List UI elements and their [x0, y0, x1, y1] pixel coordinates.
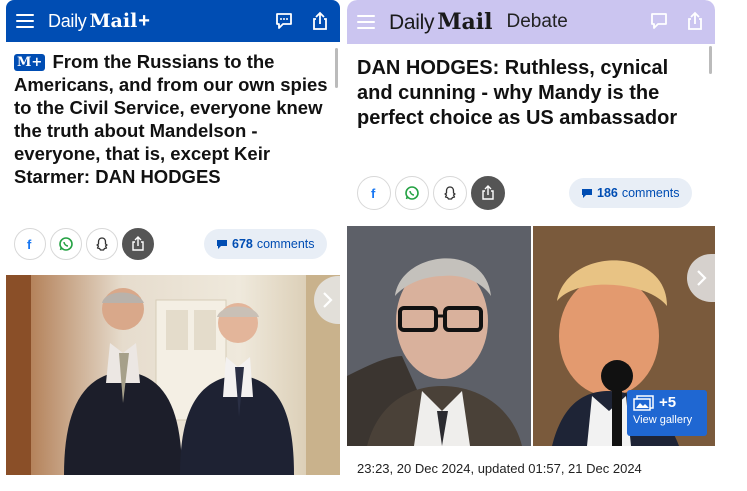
- comments-button[interactable]: 186 comments: [569, 178, 692, 208]
- snapchat-icon[interactable]: [433, 176, 467, 210]
- scrollbar[interactable]: [335, 48, 338, 88]
- share-icon[interactable]: [310, 11, 330, 31]
- share-icon[interactable]: [471, 176, 505, 210]
- svg-text:f: f: [371, 186, 376, 200]
- whatsapp-icon[interactable]: [50, 228, 82, 260]
- app-header: Daily Mail Debate: [347, 0, 715, 44]
- snapchat-icon[interactable]: [86, 228, 118, 260]
- article-photo[interactable]: [6, 275, 340, 475]
- facebook-icon[interactable]: f: [14, 228, 46, 260]
- gallery-icon: [633, 394, 654, 411]
- chevron-right-icon: [323, 292, 333, 308]
- facebook-icon[interactable]: f: [357, 176, 391, 210]
- daily-mail-logo[interactable]: Daily Mail: [389, 9, 493, 35]
- headline[interactable]: M+ From the Russians to the Americans, a…: [6, 42, 340, 188]
- menu-icon[interactable]: [357, 15, 375, 29]
- share-icon[interactable]: [122, 228, 154, 260]
- chevron-right-icon: [697, 270, 707, 286]
- comment-icon[interactable]: [274, 11, 294, 31]
- share-icon[interactable]: [685, 11, 705, 31]
- article-card-mailplus[interactable]: Daily Mail + M+ From the Russians to the A…: [6, 0, 340, 487]
- article-timestamp: 23:23, 20 Dec 2024, updated 01:57, 21 De…: [357, 461, 642, 476]
- view-gallery-button[interactable]: +5 View gallery: [627, 390, 707, 436]
- comment-bubble-icon: [217, 239, 227, 249]
- mailplus-badge: M+: [14, 54, 46, 71]
- comment-icon[interactable]: [649, 11, 669, 31]
- daily-mail-plus-logo[interactable]: Daily Mail +: [48, 10, 150, 33]
- article-card-debate[interactable]: Daily Mail Debate DAN HODGES: Ruthless, c…: [347, 0, 715, 487]
- section-label[interactable]: Debate: [507, 11, 568, 33]
- scrollbar[interactable]: [709, 46, 712, 74]
- menu-icon[interactable]: [16, 14, 34, 28]
- comments-button[interactable]: 678 comments: [204, 229, 327, 259]
- headline[interactable]: DAN HODGES: Ruthless, cynical and cunnin…: [347, 44, 715, 131]
- svg-text:f: f: [27, 237, 32, 251]
- app-header: Daily Mail +: [6, 0, 340, 42]
- whatsapp-icon[interactable]: [395, 176, 429, 210]
- comment-bubble-icon: [582, 188, 592, 198]
